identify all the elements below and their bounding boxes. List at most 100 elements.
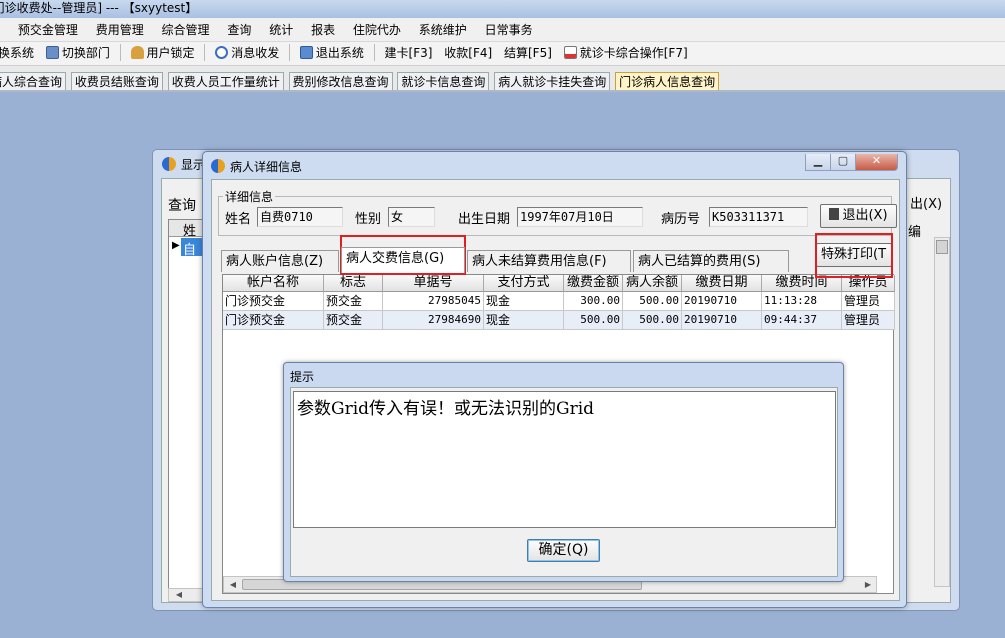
cell-receipt-no: 27985045 xyxy=(383,292,484,311)
col-header-amount[interactable]: 缴费金额 xyxy=(564,275,623,292)
patient-tabs: 病人账户信息(Z) 病人交费信息(G) 病人未结算费用信息(F) 病人已结算的费… xyxy=(221,247,893,273)
cell-account: 门诊预交金 xyxy=(223,311,324,330)
menu-item-query[interactable]: 查询 xyxy=(221,18,259,42)
cell-operator: 管理员 xyxy=(842,292,895,311)
doc-tab-card-loss[interactable]: 病人就诊卡挂失查询 xyxy=(494,72,611,90)
menu-item-daily[interactable]: 日常事务 xyxy=(479,18,541,42)
back-grid-col-right: 编 xyxy=(908,225,922,240)
cell-account: 门诊预交金 xyxy=(223,292,324,311)
collect-payment-button[interactable]: 收款[F4] xyxy=(440,42,496,65)
name-field[interactable]: 自费0710 xyxy=(257,207,343,227)
scroll-left-icon: ◀ xyxy=(175,590,183,599)
user-lock-icon xyxy=(130,46,144,59)
medical-record-label: 病历号 xyxy=(661,212,701,227)
col-header-payment-method[interactable]: 支付方式 xyxy=(484,275,564,292)
create-card-button[interactable]: 建卡[F3] xyxy=(381,42,437,65)
switch-department-label: 切换部门 xyxy=(61,46,110,60)
cell-flag: 预交金 xyxy=(324,292,383,311)
col-header-account[interactable]: 帐户名称 xyxy=(223,275,324,292)
menu-item-comprehensive[interactable]: 综合管理 xyxy=(156,18,218,42)
app-title-bar: [门诊收费处--管理员] --- 【sxyytest】 xyxy=(0,0,1005,18)
exit-button[interactable]: 退出(X) xyxy=(820,204,897,228)
close-button[interactable]: ✕ xyxy=(855,154,898,171)
doc-tab-outpatient-info[interactable]: 门诊病人信息查询 xyxy=(615,72,720,90)
switch-system-button[interactable]: 换系统 xyxy=(0,42,38,65)
menu-item-inpatient[interactable]: 住院代办 xyxy=(347,18,409,42)
menu-item-deposit[interactable]: 预交金管理 xyxy=(12,18,86,42)
menu-item-reports[interactable]: 报表 xyxy=(305,18,343,42)
row-indicator-icon: ▶ xyxy=(172,240,180,251)
prompt-dialog: 提示 参数Grid传入有误！或无法识别的Grid 确定(Q) xyxy=(283,362,844,582)
exit-system-icon xyxy=(299,46,313,59)
cell-receipt-no: 27984690 xyxy=(383,311,484,330)
user-lock-label: 用户锁定 xyxy=(146,46,195,60)
detail-info-legend: 详细信息 xyxy=(225,190,274,204)
scroll-right-icon: ▶ xyxy=(864,580,872,589)
tab-account-info[interactable]: 病人账户信息(Z) xyxy=(221,250,339,272)
menu-item-statistics[interactable]: 统计 xyxy=(263,18,301,42)
cell-time: 09:44:37 xyxy=(762,311,842,330)
col-header-balance[interactable]: 病人余额 xyxy=(623,275,682,292)
exit-button-label: 退出(X) xyxy=(842,208,888,223)
col-header-date[interactable]: 缴费日期 xyxy=(682,275,762,292)
doc-tab-cashier-settlement[interactable]: 收费员结账查询 xyxy=(70,72,163,90)
app-title: [门诊收费处--管理员] --- 【sxyytest】 xyxy=(0,1,198,15)
cell-balance: 500.00 xyxy=(623,292,682,311)
toolbar-separator xyxy=(119,44,121,61)
message-icon xyxy=(215,46,229,59)
cell-payment-method: 现金 xyxy=(484,292,564,311)
toolbar-separator xyxy=(373,44,375,61)
back-vertical-scrollbar[interactable] xyxy=(934,237,950,587)
cell-balance: 500.00 xyxy=(623,311,682,330)
window-controls: ▁ ▢ ✕ xyxy=(805,153,898,171)
gender-label: 性别 xyxy=(355,212,382,227)
minimize-button[interactable]: ▁ xyxy=(805,154,831,171)
col-header-receipt-no[interactable]: 单据号 xyxy=(383,275,484,292)
dialog-message: 参数Grid传入有误！或无法识别的Grid xyxy=(293,391,836,528)
dialog-title: 提示 xyxy=(290,370,315,384)
toolbar: 换系统 切换部门 用户锁定 消息收发 退出系统 建卡[F3] 收款[F4] 结算… xyxy=(0,42,1005,66)
message-button[interactable]: 消息收发 xyxy=(211,42,283,65)
settle-button[interactable]: 结算[F5] xyxy=(500,42,556,65)
create-card-label: 建卡[F3] xyxy=(384,46,433,60)
doc-tab-patient-query[interactable]: 病人综合查询 xyxy=(0,72,67,90)
cell-time: 11:13:28 xyxy=(762,292,842,311)
settle-label: 结算[F5] xyxy=(504,46,552,60)
card-icon xyxy=(563,46,577,59)
card-operations-button[interactable]: 就诊卡综合操作[F7] xyxy=(560,42,692,65)
cell-amount: 300.00 xyxy=(564,292,623,311)
ok-button[interactable]: 确定(Q) xyxy=(527,539,600,562)
cell-date: 20190710 xyxy=(682,292,762,311)
gender-field[interactable]: 女 xyxy=(388,207,435,227)
doc-tab-card-info[interactable]: 就诊卡信息查询 xyxy=(397,72,490,90)
maximize-button[interactable]: ▢ xyxy=(830,154,856,171)
menu-item-login[interactable]: 登录 xyxy=(0,18,8,42)
exit-system-button[interactable]: 退出系统 xyxy=(296,42,368,65)
col-header-flag[interactable]: 标志 xyxy=(324,275,383,292)
tab-unsettled-fees[interactable]: 病人未结算费用信息(F) xyxy=(467,250,631,272)
collect-payment-label: 收款[F4] xyxy=(444,46,493,60)
exit-door-icon xyxy=(829,208,840,220)
app-logo-icon xyxy=(162,157,176,171)
user-lock-button[interactable]: 用户锁定 xyxy=(127,42,199,65)
message-label: 消息收发 xyxy=(231,46,280,60)
menu-item-maintenance[interactable]: 系统维护 xyxy=(413,18,475,42)
cell-payment-method: 现金 xyxy=(484,311,564,330)
toolbar-separator xyxy=(289,44,291,61)
doc-tab-fee-change[interactable]: 费别修改信息查询 xyxy=(288,72,393,90)
tab-payment-info[interactable]: 病人交费信息(G) xyxy=(341,247,465,273)
medical-record-field[interactable]: K503311371 xyxy=(709,207,808,227)
menu-bar: 登录 预交金管理 费用管理 综合管理 查询 统计 报表 住院代办 系统维护 日常… xyxy=(0,18,1005,42)
doc-tab-workload[interactable]: 收费人员工作量统计 xyxy=(167,72,284,90)
switch-system-label: 换系统 xyxy=(0,46,35,60)
menu-item-fee[interactable]: 费用管理 xyxy=(90,18,152,42)
back-exit-label[interactable]: 出(X) xyxy=(910,193,942,212)
cell-operator: 管理员 xyxy=(842,311,895,330)
scroll-thumb[interactable] xyxy=(936,240,948,254)
switch-department-button[interactable]: 切换部门 xyxy=(42,42,114,65)
birth-date-field[interactable]: 1997年07月10日 xyxy=(517,207,643,227)
exit-system-label: 退出系统 xyxy=(315,46,364,60)
tab-settled-fees[interactable]: 病人已结算的费用(S) xyxy=(633,250,789,272)
special-print-highlight xyxy=(815,233,893,278)
document-tabs: 病人综合查询 收费员结账查询 收费人员工作量统计 费别修改信息查询 就诊卡信息查… xyxy=(0,66,1005,92)
